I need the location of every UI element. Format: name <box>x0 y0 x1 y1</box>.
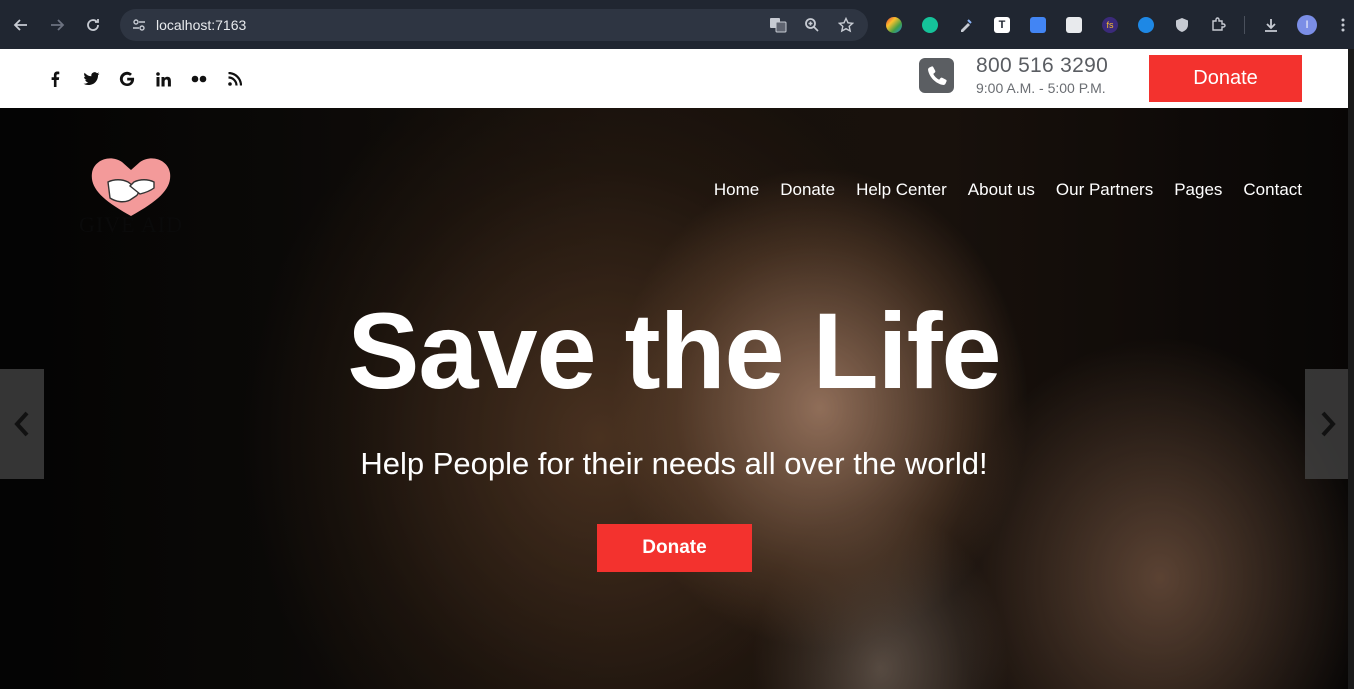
page-scrollbar[interactable] <box>1348 49 1354 689</box>
download-icon[interactable] <box>1257 12 1285 38</box>
site-info-icon[interactable] <box>128 14 150 36</box>
profile-avatar[interactable]: I <box>1293 12 1321 38</box>
address-bar[interactable]: localhost:7163 <box>120 9 868 41</box>
nav-our-partners[interactable]: Our Partners <box>1056 180 1153 200</box>
hero-subtitle: Help People for their needs all over the… <box>360 446 988 481</box>
extensions-bar: T fs I <box>880 12 1354 38</box>
chevron-right-icon <box>1321 411 1336 437</box>
edge-extension-icon[interactable] <box>1132 12 1160 38</box>
hero-slider: GIVE AID Home Donate Help Center About u… <box>0 108 1354 689</box>
logo-text[interactable]: GIVE AID <box>72 212 190 238</box>
browser-toolbar: localhost:7163 T fs I <box>0 0 1354 49</box>
hero-donate-button[interactable]: Donate <box>597 524 752 572</box>
url-text[interactable]: localhost:7163 <box>156 17 246 33</box>
extension-image-icon[interactable] <box>1060 12 1088 38</box>
extension-colorful-icon[interactable] <box>880 12 908 38</box>
nav-pages[interactable]: Pages <box>1174 180 1222 200</box>
top-info-bar: 800 516 3290 9:00 A.M. - 5:00 P.M. Donat… <box>0 49 1354 108</box>
toolbar-separator <box>1244 16 1245 34</box>
top-donate-button[interactable]: Donate <box>1149 55 1302 102</box>
flickr-icon[interactable] <box>188 68 210 90</box>
linkedin-icon[interactable] <box>152 68 174 90</box>
forward-icon[interactable] <box>42 10 72 40</box>
nav-help-center[interactable]: Help Center <box>856 180 947 200</box>
menu-kebab-icon[interactable] <box>1329 12 1354 38</box>
phone-number[interactable]: 800 516 3290 <box>976 54 1108 78</box>
phone-icon <box>919 58 954 93</box>
nav-about-us[interactable]: About us <box>968 180 1035 200</box>
nav-home[interactable]: Home <box>714 180 759 200</box>
facebook-icon[interactable] <box>44 68 66 90</box>
slider-prev-button[interactable] <box>0 369 44 479</box>
slider-next-button[interactable] <box>1305 369 1350 479</box>
profile-initial: I <box>1297 15 1317 35</box>
nav-contact[interactable]: Contact <box>1243 180 1302 200</box>
reload-icon[interactable] <box>78 10 108 40</box>
main-nav: Home Donate Help Center About us Our Par… <box>714 180 1302 200</box>
google-translate-icon[interactable] <box>1024 12 1052 38</box>
fs-extension-icon[interactable]: fs <box>1096 12 1124 38</box>
rss-icon[interactable] <box>224 68 246 90</box>
hero-title: Save the Life <box>347 290 1001 411</box>
social-links <box>44 68 246 90</box>
nav-donate[interactable]: Donate <box>780 180 835 200</box>
extensions-puzzle-icon[interactable] <box>1204 12 1232 38</box>
bookmark-star-icon[interactable] <box>834 13 858 37</box>
chevron-left-icon <box>14 411 29 437</box>
translate-icon[interactable] <box>766 13 790 37</box>
back-icon[interactable] <box>6 10 36 40</box>
grammarly-icon[interactable] <box>916 12 944 38</box>
text-extension-icon[interactable]: T <box>988 12 1016 38</box>
color-picker-icon[interactable] <box>952 12 980 38</box>
shield-icon[interactable] <box>1168 12 1196 38</box>
google-icon[interactable] <box>116 68 138 90</box>
office-hours: 9:00 A.M. - 5:00 P.M. <box>976 80 1106 96</box>
zoom-icon[interactable] <box>800 13 824 37</box>
twitter-icon[interactable] <box>80 68 102 90</box>
